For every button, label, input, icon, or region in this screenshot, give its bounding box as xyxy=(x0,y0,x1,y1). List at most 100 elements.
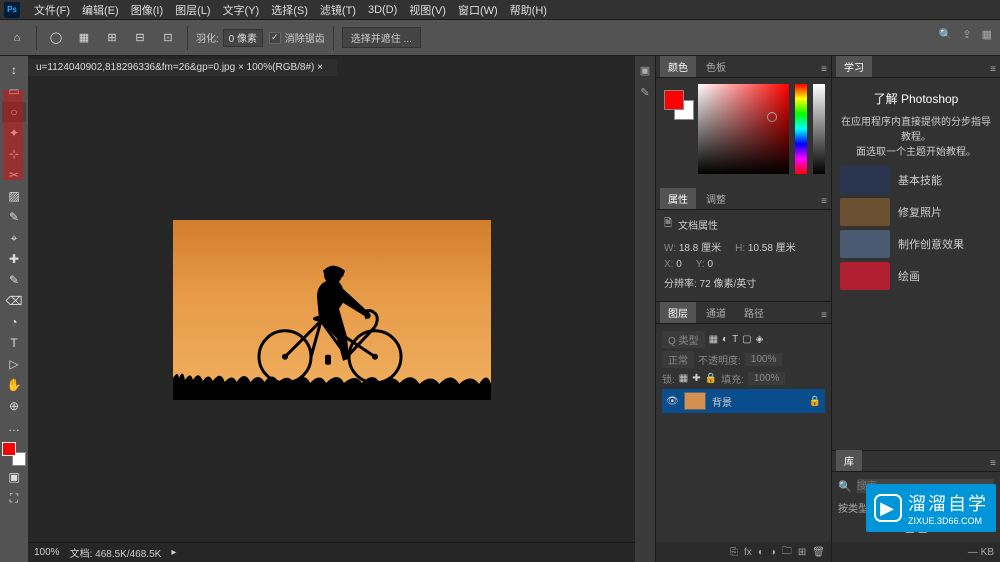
lasso-icon[interactable]: ◯ xyxy=(45,27,67,49)
color-swatches[interactable] xyxy=(2,442,26,466)
healing-tool[interactable]: ▨ xyxy=(2,186,26,206)
filter-adjust-icon[interactable]: ◐ xyxy=(722,334,728,345)
menu-image[interactable]: 图像(I) xyxy=(125,2,169,18)
link-layers-icon[interactable]: ⎘ xyxy=(730,547,738,558)
quickmask-tool[interactable]: ▣ xyxy=(2,467,26,487)
filter-shape-icon[interactable]: ▢ xyxy=(742,334,751,345)
learn-item-paint[interactable]: 绘画 xyxy=(840,262,992,290)
menu-file[interactable]: 文件(F) xyxy=(28,2,76,18)
document-tab[interactable]: u=1124040902,818296336&fm=26&gp=0.jpg × … xyxy=(28,59,337,76)
selection-new-icon[interactable]: ▦ xyxy=(73,27,95,49)
adjustments-tab[interactable]: 调整 xyxy=(698,188,734,209)
eyedropper-tool[interactable]: ✂ xyxy=(2,165,26,185)
search-icon[interactable]: 🔍 xyxy=(838,480,852,493)
eraser-tool[interactable]: ✎ xyxy=(2,270,26,290)
learn-panel-menu-icon[interactable]: ≡ xyxy=(986,62,1000,77)
delete-layer-icon[interactable]: 🗑 xyxy=(812,547,825,558)
layer-name[interactable]: 背景 xyxy=(712,394,732,409)
select-and-mask-button[interactable]: 选择并遮住 ... xyxy=(342,27,421,48)
selection-intersect-icon[interactable]: ⊡ xyxy=(157,27,179,49)
layer-item[interactable]: 👁 背景 🔒 xyxy=(662,389,825,413)
adjustment-layer-icon[interactable]: ◑ xyxy=(770,547,776,558)
type-tool[interactable]: T xyxy=(2,333,26,353)
opacity-value[interactable]: 100% xyxy=(745,353,783,366)
new-layer-icon[interactable]: ⊞ xyxy=(798,547,806,558)
lasso-tool[interactable]: ○ xyxy=(2,102,26,122)
home-icon[interactable]: ⌂ xyxy=(6,27,28,49)
layer-mask-icon[interactable]: ◐ xyxy=(758,547,764,558)
selection-sub-icon[interactable]: ⊟ xyxy=(129,27,151,49)
hue-slider[interactable] xyxy=(795,84,807,174)
feather-input[interactable] xyxy=(223,29,263,47)
screenmode-tool[interactable]: ⛶ xyxy=(2,488,26,508)
brush-tool[interactable]: ✎ xyxy=(2,207,26,227)
stamp-tool[interactable]: ⌖ xyxy=(2,228,26,248)
blend-mode-select[interactable]: 正常 xyxy=(662,351,694,368)
selection-add-icon[interactable]: ⊞ xyxy=(101,27,123,49)
layer-fx-icon[interactable]: fx xyxy=(744,547,752,558)
history-brush-tool[interactable]: ✚ xyxy=(2,249,26,269)
library-filter[interactable]: 按类型查看 xyxy=(838,500,994,515)
paths-tab[interactable]: 路径 xyxy=(736,302,772,323)
layer-filter-type[interactable]: Q 类型 xyxy=(662,331,705,348)
learn-item-creative[interactable]: 制作创意效果 xyxy=(840,230,992,258)
swatches-tab[interactable]: 色板 xyxy=(698,56,734,77)
move-tool[interactable]: ↕ xyxy=(2,60,26,80)
menu-layer[interactable]: 图层(L) xyxy=(169,2,216,18)
path-tool[interactable]: ▷ xyxy=(2,354,26,374)
layer-group-icon[interactable]: 🗀 xyxy=(782,544,792,561)
menu-select[interactable]: 选择(S) xyxy=(265,2,314,18)
zoom-level[interactable]: 100% xyxy=(34,547,60,558)
status-arrow-icon[interactable]: ▸ xyxy=(171,547,176,558)
search-icon[interactable]: 🔍 xyxy=(939,28,953,41)
marquee-tool[interactable]: ▭ xyxy=(2,81,26,101)
layers-panel-menu-icon[interactable]: ≡ xyxy=(817,308,831,323)
blur-tool[interactable]: ◔ xyxy=(2,312,26,332)
canvas-viewport[interactable] xyxy=(28,78,635,542)
menu-3d[interactable]: 3D(D) xyxy=(362,4,403,16)
learn-item-retouch[interactable]: 修复照片 xyxy=(840,198,992,226)
learn-desc1: 在应用程序内直接提供的分步指导教程。 xyxy=(840,113,992,143)
foreground-swatch[interactable] xyxy=(664,90,684,110)
zoom-tool[interactable]: ⊕ xyxy=(2,396,26,416)
props-panel-menu-icon[interactable]: ≡ xyxy=(817,194,831,209)
edit-toolbar[interactable]: … xyxy=(2,417,26,437)
fill-value[interactable]: 100% xyxy=(748,372,786,385)
menu-type[interactable]: 文字(Y) xyxy=(217,2,266,18)
menu-filter[interactable]: 滤镜(T) xyxy=(314,2,362,18)
filter-smart-icon[interactable]: ◈ xyxy=(756,334,764,345)
history-dock-icon[interactable]: ▣ xyxy=(637,62,653,78)
menu-window[interactable]: 窗口(W) xyxy=(452,2,504,18)
crop-tool[interactable]: ⊹ xyxy=(2,144,26,164)
hand-tool[interactable]: ✋ xyxy=(2,375,26,395)
lock-position-icon[interactable]: ✚ xyxy=(692,373,700,384)
lib-panel-menu-icon[interactable]: ≡ xyxy=(986,456,1000,471)
layers-tab[interactable]: 图层 xyxy=(660,302,696,323)
channels-tab[interactable]: 通道 xyxy=(698,302,734,323)
antialias-checkbox[interactable] xyxy=(269,32,281,44)
magic-wand-tool[interactable]: ✦ xyxy=(2,123,26,143)
share-icon[interactable]: ⇪ xyxy=(962,28,971,41)
menu-help[interactable]: 帮助(H) xyxy=(504,2,553,18)
visibility-icon[interactable]: 👁 xyxy=(666,396,678,407)
gradient-tool[interactable]: ⌫ xyxy=(2,291,26,311)
menu-edit[interactable]: 编辑(E) xyxy=(76,2,125,18)
libraries-tab[interactable]: 库 xyxy=(836,450,862,471)
filter-type-icon[interactable]: T xyxy=(732,334,738,345)
brightness-slider[interactable] xyxy=(813,84,825,174)
lock-all-icon[interactable]: ▦ xyxy=(679,373,688,384)
menu-view[interactable]: 视图(V) xyxy=(403,2,452,18)
brush-dock-icon[interactable]: ✎ xyxy=(637,84,653,100)
learn-tab[interactable]: 学习 xyxy=(836,56,872,77)
color-tab[interactable]: 颜色 xyxy=(660,56,696,77)
library-search-input[interactable] xyxy=(856,478,994,494)
foreground-color[interactable] xyxy=(2,442,16,456)
filter-pixel-icon[interactable]: ▦ xyxy=(709,334,718,345)
properties-tab[interactable]: 属性 xyxy=(660,188,696,209)
learn-item-basics[interactable]: 基本技能 xyxy=(840,166,992,194)
color-field[interactable] xyxy=(698,84,789,174)
workspace-icon[interactable]: ▦ xyxy=(982,28,992,41)
lock-pixels-icon[interactable]: 🔒 xyxy=(705,373,717,384)
layer-thumbnail[interactable] xyxy=(684,392,706,410)
color-panel-menu-icon[interactable]: ≡ xyxy=(817,62,831,77)
